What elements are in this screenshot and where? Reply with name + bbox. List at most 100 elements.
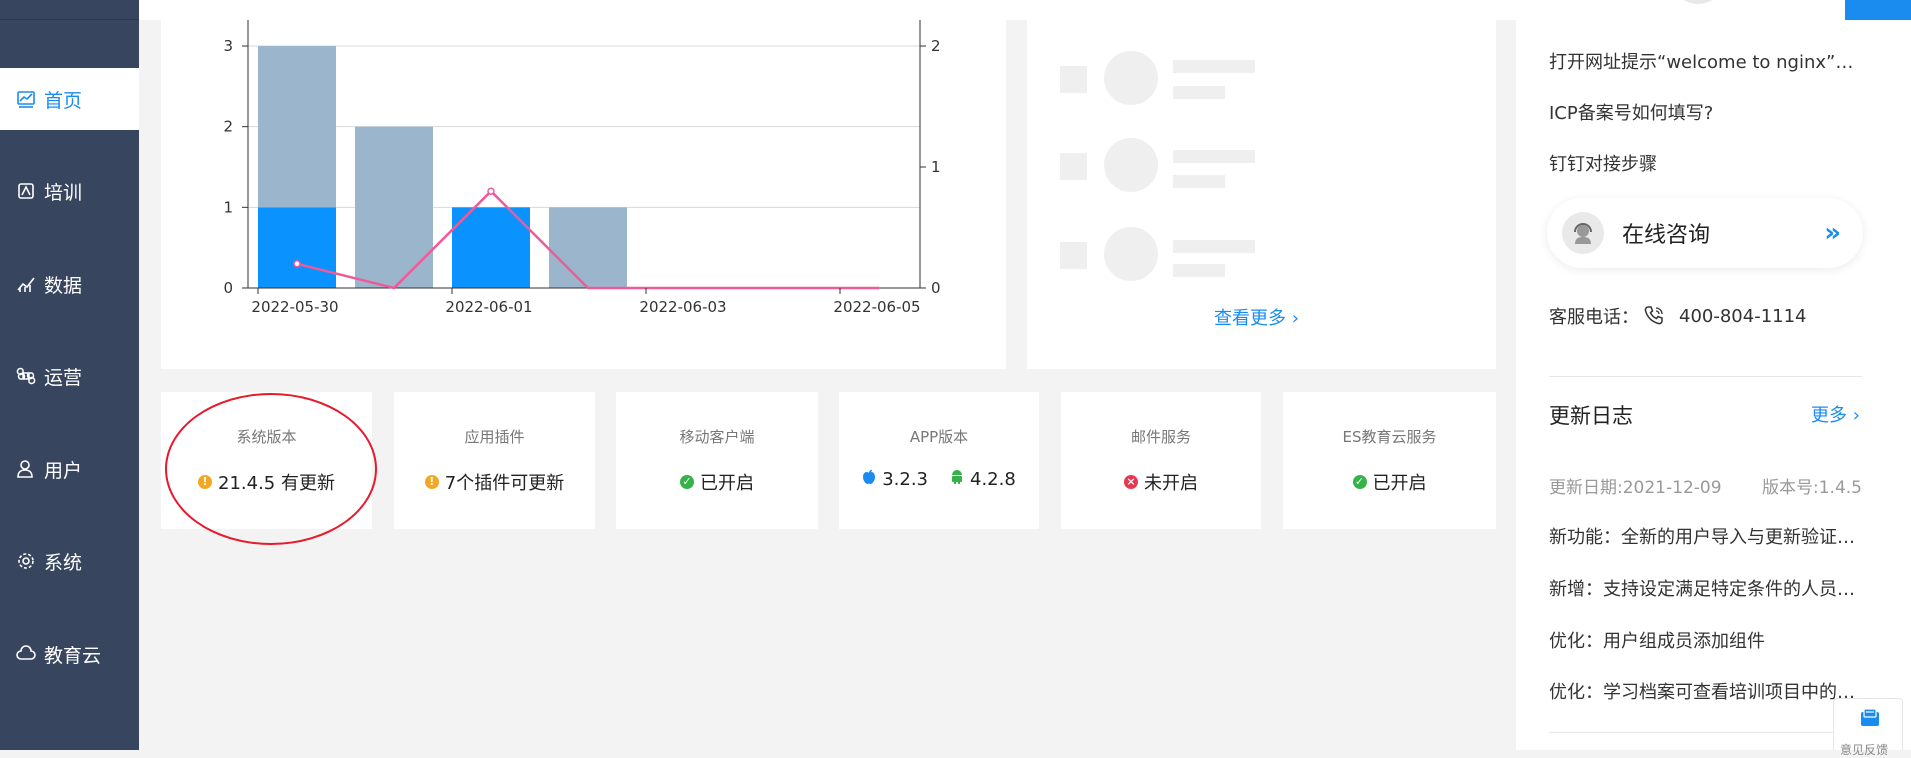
- headset-avatar-icon: [1562, 212, 1604, 254]
- bar: [549, 207, 627, 288]
- feedback-button[interactable]: 意见反馈: [1833, 698, 1903, 757]
- status-value: 7个插件可更新: [444, 473, 565, 494]
- changelog-title: 更新日志: [1549, 404, 1633, 428]
- line-point: [487, 187, 495, 195]
- red-highlight-ellipse: [165, 393, 377, 545]
- sidebar-item-operations[interactable]: 运营: [0, 345, 139, 407]
- status-card-app-version[interactable]: APP版本 3.2.3 4.2.8: [839, 392, 1039, 529]
- skeleton-avatar: [1104, 51, 1158, 105]
- skeleton-square: [1060, 66, 1087, 93]
- android-version: 4.2.8: [970, 469, 1016, 490]
- warning-icon: !: [424, 475, 439, 489]
- changelog-item: 新功能：全新的用户导入与更新验证功能: [1549, 527, 1862, 548]
- changelog-item: 优化：用户组成员添加组件: [1549, 631, 1765, 652]
- y2-tick-label: 2: [931, 37, 941, 55]
- training-icon: [16, 181, 36, 201]
- bar: [258, 46, 336, 208]
- x-tick-label: 2022-06-05: [833, 298, 920, 316]
- sidebar-item-label: 运营: [44, 366, 83, 389]
- phone-icon: [1643, 305, 1665, 327]
- status-title: ES教育云服务: [1342, 428, 1437, 446]
- changelog-item: 优化：学习档案可查看培训项目中的详情: [1549, 682, 1862, 703]
- status-title: APP版本: [909, 428, 969, 446]
- skeleton-square: [1060, 153, 1087, 180]
- status-title: 邮件服务: [1130, 428, 1191, 446]
- changelog-more-link[interactable]: 更多 ›: [1811, 401, 1860, 427]
- command-icon: [16, 366, 36, 386]
- activity-chart-card: 0 1 2 3 0 1 2 2022-05-30 2022-06-01 2022-06-03 202…: [161, 20, 1006, 369]
- cloud-icon: [16, 644, 36, 664]
- check-circle-icon: ✓: [1352, 475, 1367, 489]
- skeleton-avatar: [1104, 138, 1158, 192]
- sidebar: 首页 培训 数据 运营 用户 系统 教育云: [0, 0, 139, 750]
- ios-version: 3.2.3: [882, 469, 928, 490]
- top-header: [139, 0, 1911, 20]
- service-phone-label: 客服电话：: [1549, 307, 1639, 328]
- view-more-label: 查看更多: [1214, 308, 1286, 329]
- skeleton-line: [1173, 150, 1255, 163]
- view-more-link[interactable]: 查看更多 ›: [1214, 304, 1299, 330]
- changelog-item: 新增：支持设定满足特定条件的人员自动: [1549, 579, 1862, 600]
- sidebar-item-users[interactable]: 用户: [0, 438, 139, 500]
- skeleton-line: [1173, 264, 1225, 277]
- skeleton-square: [1060, 242, 1087, 269]
- online-consult-button[interactable]: 在线咨询 »: [1547, 198, 1863, 268]
- divider: [1549, 732, 1862, 733]
- online-consult-label: 在线咨询: [1622, 223, 1711, 248]
- x-tick-label: 2022-06-03: [639, 298, 726, 316]
- sidebar-item-label: 用户: [44, 459, 83, 482]
- skeleton-avatar: [1104, 227, 1158, 281]
- sidebar-item-label: 数据: [44, 274, 83, 297]
- faq-item[interactable]: ICP备案号如何填写?: [1549, 99, 1862, 125]
- skeleton-line: [1173, 86, 1225, 99]
- status-card-mobile-client[interactable]: 移动客户端 ✓ 已开启: [616, 392, 818, 529]
- sidebar-item-data[interactable]: 数据: [0, 253, 139, 315]
- sidebar-item-label: 培训: [44, 181, 83, 204]
- faq-item[interactable]: 打开网址提示“welcome to nginx”的解决方法: [1549, 48, 1862, 74]
- status-card-mail-service[interactable]: 邮件服务 × 未开启: [1061, 392, 1261, 529]
- status-value: 已开启: [700, 473, 754, 494]
- gear-icon: [16, 551, 36, 571]
- status-value: 已开启: [1372, 473, 1427, 494]
- right-panel: 打开网址提示“welcome to nginx”的解决方法 ICP备案号如何填写…: [1516, 20, 1911, 750]
- bar: [258, 207, 336, 288]
- y-tick-label: 1: [223, 198, 233, 216]
- avatar[interactable]: [1680, 0, 1716, 4]
- faq-item[interactable]: 钉钉对接步骤: [1549, 150, 1862, 176]
- data-trend-icon: [16, 274, 36, 294]
- changelog-version: 版本号:1.4.5: [1762, 478, 1862, 498]
- skeleton-line: [1173, 240, 1255, 253]
- feedback-icon: [1859, 707, 1881, 733]
- user-icon: [16, 459, 36, 479]
- y-tick-label: 3: [223, 37, 233, 55]
- chevron-right-icon: ›: [1286, 308, 1299, 329]
- sidebar-item-system[interactable]: 系统: [0, 530, 139, 592]
- bar: [355, 126, 433, 289]
- service-phone-number: 400-804-1114: [1679, 305, 1807, 327]
- status-title: 应用插件: [464, 428, 525, 446]
- chart-line-icon: [16, 89, 36, 109]
- skeleton-line: [1173, 60, 1255, 73]
- sidebar-item-label: 首页: [44, 89, 83, 112]
- status-card-edu-cloud[interactable]: ES教育云服务 ✓ 已开启: [1283, 392, 1496, 529]
- activity-chart: 0 1 2 3 0 1 2 2022-05-30 2022-06-01 2022-06-03 202…: [223, 20, 941, 316]
- sidebar-item-label: 系统: [44, 551, 83, 574]
- changelog-more-label: 更多: [1811, 405, 1847, 426]
- service-phone-row: 客服电话： 400-804-1114: [1549, 303, 1807, 329]
- line-point: [293, 260, 301, 268]
- status-card-plugins[interactable]: 应用插件 ! 7个插件可更新: [394, 392, 595, 529]
- sidebar-top: [0, 0, 139, 20]
- double-chevron-right-icon: »: [1824, 218, 1841, 248]
- y2-tick-label: 1: [931, 158, 941, 176]
- sidebar-item-home[interactable]: 首页: [0, 68, 139, 130]
- changelog-meta: 更新日期:2021-12-09 版本号:1.4.5: [1549, 473, 1862, 498]
- y-tick-label: 0: [223, 279, 233, 297]
- status-title: 移动客户端: [679, 428, 755, 446]
- news-card: 查看更多 ›: [1027, 20, 1496, 369]
- android-icon: [950, 469, 964, 490]
- apple-icon: [862, 469, 876, 490]
- header-action-button[interactable]: [1845, 0, 1911, 20]
- sidebar-item-training[interactable]: 培训: [0, 160, 139, 222]
- sidebar-item-edu-cloud[interactable]: 教育云: [0, 623, 139, 685]
- skeleton-line: [1173, 175, 1225, 188]
